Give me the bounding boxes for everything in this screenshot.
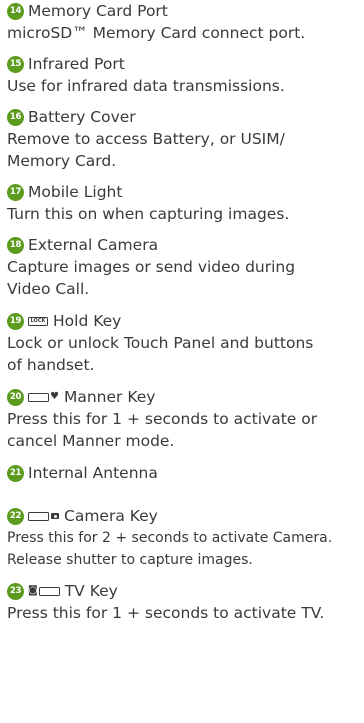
item-description-line: Memory Card. xyxy=(7,152,117,170)
camera-key-icon xyxy=(28,511,59,521)
item-title: Mobile Light xyxy=(28,183,123,201)
item-number-badge: 22 xyxy=(7,507,24,525)
item-tv-key: 23 ◙ TV Key Press this for 1 + seconds t… xyxy=(0,580,364,624)
item-description-line: Use for infrared data transmissions. xyxy=(7,77,285,95)
item-description-line: microSD™ Memory Card connect port. xyxy=(7,24,306,42)
item-description-line: Lock or unlock Touch Panel and buttons xyxy=(7,334,314,352)
item-description-line: Release shutter to capture images. xyxy=(7,552,253,568)
item-title: Manner Key xyxy=(63,388,156,406)
tv-key-icon: ◙ xyxy=(28,586,60,596)
item-description-line: Capture images or send video during xyxy=(7,258,296,276)
lock-key-icon: LOCK xyxy=(28,316,48,326)
manner-key-icon: ♥ xyxy=(28,392,59,402)
item-number-badge: 18 xyxy=(7,236,24,254)
item-number-badge: 23 xyxy=(7,582,24,600)
item-battery-cover: 16 Battery Cover Remove to access Batter… xyxy=(0,106,364,172)
item-hold-key: 19 LOCK Hold Key Lock or unlock Touch Pa… xyxy=(0,310,364,376)
item-number-badge: 14 xyxy=(7,2,24,20)
item-internal-antenna: 21 Internal Antenna xyxy=(0,462,364,484)
item-title: Memory Card Port xyxy=(28,2,168,20)
item-title: Battery Cover xyxy=(28,108,136,126)
item-description-line: Press this for 1 + seconds to activate T… xyxy=(7,604,325,622)
item-title: Internal Antenna xyxy=(28,464,158,482)
item-external-camera: 18 External Camera Capture images or sen… xyxy=(0,234,364,300)
manual-page: 14 Memory Card Port microSD™ Memory Card… xyxy=(0,0,364,723)
item-number-badge: 19 xyxy=(7,312,24,330)
item-memory-card-port: 14 Memory Card Port microSD™ Memory Card… xyxy=(0,0,364,44)
item-description-line: Remove to access Battery, or USIM/ xyxy=(7,130,285,148)
item-number-badge: 16 xyxy=(7,108,24,126)
item-description-line: Press this for 1 + seconds to activate o… xyxy=(7,410,318,428)
item-title: Infrared Port xyxy=(28,55,125,73)
lock-key-label: LOCK xyxy=(28,316,48,326)
item-infrared-port: 15 Infrared Port Use for infrared data t… xyxy=(0,53,364,97)
item-number-badge: 15 xyxy=(7,55,24,73)
item-description-line: of handset. xyxy=(7,356,95,374)
item-description-line: Turn this on when capturing images. xyxy=(7,205,290,223)
item-title: External Camera xyxy=(28,236,159,254)
item-mobile-light: 17 Mobile Light Turn this on when captur… xyxy=(0,181,364,225)
item-description-line: Video Call. xyxy=(7,280,90,298)
item-manner-key: 20 ♥ Manner Key Press this for 1 + secon… xyxy=(0,386,364,452)
item-number-badge: 21 xyxy=(7,464,24,482)
item-camera-key: 22 Camera Key Press this for 2 + seconds… xyxy=(0,505,364,571)
item-title: Hold Key xyxy=(53,312,122,330)
item-title: Camera Key xyxy=(64,507,158,525)
item-title: TV Key xyxy=(64,582,118,600)
item-description-line: Press this for 2 + seconds to activate C… xyxy=(7,530,333,546)
item-description-line: cancel Manner mode. xyxy=(7,432,175,450)
item-number-badge: 20 xyxy=(7,388,24,406)
item-number-badge: 17 xyxy=(7,183,24,201)
